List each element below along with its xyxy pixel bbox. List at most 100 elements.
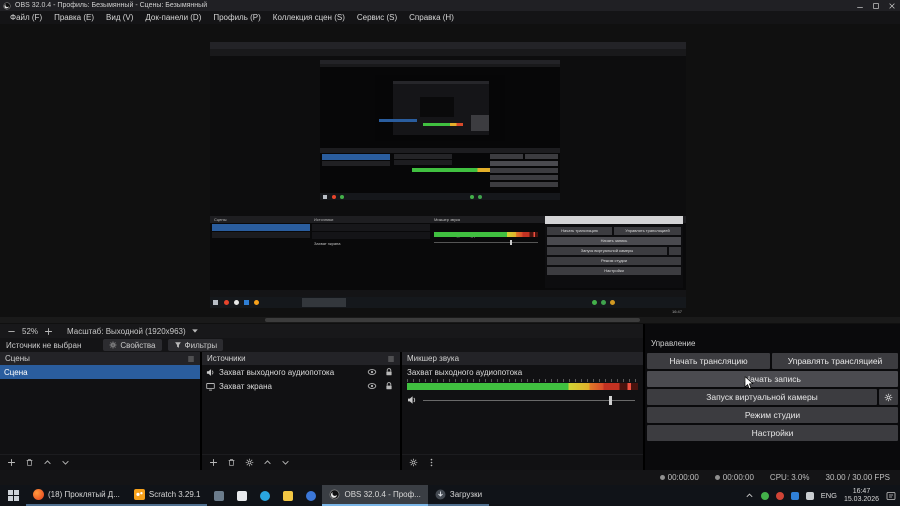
pinned-app-icon-5[interactable] xyxy=(299,485,322,506)
capture-block xyxy=(379,119,417,122)
nested-source-row-2: Захват экрана xyxy=(312,232,430,246)
capture-block xyxy=(490,161,558,166)
visibility-eye-icon[interactable] xyxy=(367,381,377,391)
tray-icon-red[interactable] xyxy=(775,491,784,500)
virtual-camera-config-button[interactable] xyxy=(879,389,898,405)
mixer-gear-icon[interactable] xyxy=(408,457,419,468)
remove-scene-button[interactable] xyxy=(24,457,35,468)
menu-scene-collection[interactable]: Коллекция сцен (S) xyxy=(267,11,351,24)
scene-down-button[interactable] xyxy=(60,457,71,468)
pinned-app-icon-4[interactable] xyxy=(276,485,299,506)
capture-block xyxy=(224,300,229,305)
nested-titlebar: OBS 32.0.4 - Профиль: Безымянный - Сцены… xyxy=(210,42,686,56)
taskbar-task-downloads[interactable]: Загрузки xyxy=(427,485,490,506)
capture-block xyxy=(470,195,474,199)
pinned-app-icon-3[interactable] xyxy=(253,485,276,506)
add-scene-button[interactable] xyxy=(6,457,17,468)
settings-button[interactable]: Настройки xyxy=(647,425,898,441)
add-source-button[interactable] xyxy=(208,457,219,468)
volume-slider-handle[interactable] xyxy=(609,396,612,405)
rec-time: 00:00:00 xyxy=(667,473,699,482)
taskbar-clock[interactable]: 16:47 15.03.2026 xyxy=(844,488,879,504)
menu-help[interactable]: Справка (H) xyxy=(403,11,460,24)
cpu-usage: CPU: 3.0% xyxy=(769,473,810,482)
studio-mode-button[interactable]: Режим студии xyxy=(647,407,898,423)
scene-label: Сцена xyxy=(4,367,28,377)
tray-icon-green[interactable] xyxy=(760,491,769,500)
audio-mixer-dock: Микшер звука Захват выходного аудиопоток… xyxy=(402,352,643,470)
source-down-button[interactable] xyxy=(280,457,291,468)
sources-dock: Источники Захват выходного аудиопотока З… xyxy=(202,352,400,470)
filters-label: Фильтры xyxy=(184,340,218,350)
menu-tools[interactable]: Сервис (S) xyxy=(351,11,403,24)
tray-icon-gray[interactable] xyxy=(805,491,814,500)
tray-icon-blue[interactable] xyxy=(790,491,799,500)
menu-docks[interactable]: Док-панели (D) xyxy=(139,11,207,24)
capture-block xyxy=(212,232,310,238)
nested-sources-title: Источники xyxy=(314,217,334,222)
lock-icon[interactable] xyxy=(384,367,394,377)
nested-taskbar: 16:47 xyxy=(210,297,686,314)
capture-block xyxy=(332,195,336,199)
source-list-item-audio[interactable]: Захват выходного аудиопотока xyxy=(202,365,400,379)
minimize-button[interactable] xyxy=(852,0,868,11)
capture-block xyxy=(213,300,218,305)
preview-scale-selector[interactable]: Масштаб: Выходной (1920x963) xyxy=(67,327,186,336)
maximize-button[interactable] xyxy=(868,0,884,11)
dock-menu-icon[interactable] xyxy=(387,355,395,363)
app-icon xyxy=(236,490,247,501)
mixer-kebab-icon[interactable] xyxy=(426,457,437,468)
close-button[interactable] xyxy=(884,0,900,11)
start-button[interactable] xyxy=(0,485,26,506)
tray-expand-chevron-icon[interactable] xyxy=(745,491,754,500)
mixer-dock-title: Микшер звука xyxy=(407,354,460,363)
preview-hscrollbar-handle[interactable] xyxy=(265,318,640,322)
rec-timer: 00:00:00 xyxy=(659,473,699,482)
zoom-in-button[interactable] xyxy=(43,326,54,337)
volume-slider-track[interactable] xyxy=(423,400,635,401)
app-icon xyxy=(259,490,270,501)
nested-studio-label: Режим студии xyxy=(601,258,627,264)
properties-button[interactable]: Свойства xyxy=(103,339,162,351)
lock-icon[interactable] xyxy=(384,381,394,391)
obs-logo-icon xyxy=(329,489,340,500)
mute-speaker-icon[interactable] xyxy=(407,395,417,405)
start-streaming-button[interactable]: Начать трансляцию xyxy=(647,353,770,369)
remove-source-button[interactable] xyxy=(226,457,237,468)
nested-settings-label: Настройки xyxy=(604,268,624,274)
source-properties-button[interactable] xyxy=(244,457,255,468)
source-up-button[interactable] xyxy=(262,457,273,468)
capture-block xyxy=(478,195,482,199)
start-recording-button[interactable]: Начать запись xyxy=(647,371,898,387)
capture-block xyxy=(434,242,538,243)
dock-menu-icon[interactable] xyxy=(187,355,195,363)
menu-view[interactable]: Вид (V) xyxy=(100,11,139,24)
pinned-app-icon-2[interactable] xyxy=(230,485,253,506)
menu-file[interactable]: Файл (F) xyxy=(4,11,48,24)
taskbar-task-browser[interactable]: (18) Проклятый Д... xyxy=(26,485,127,506)
nested-scenes-title: Сцены xyxy=(214,217,227,222)
language-indicator[interactable]: ENG xyxy=(821,491,837,500)
scene-list-item[interactable]: Сцена xyxy=(0,365,200,379)
visibility-eye-icon[interactable] xyxy=(367,367,377,377)
menu-edit[interactable]: Правка (E) xyxy=(48,11,100,24)
source-label: Захват экрана xyxy=(219,381,272,391)
capture-block xyxy=(423,123,463,126)
pinned-app-icon-1[interactable] xyxy=(207,485,230,506)
nested2-scene-row xyxy=(322,154,390,160)
taskbar-task-scratch[interactable]: Scratch 3.29.1 xyxy=(126,485,208,506)
capture-block xyxy=(244,300,249,305)
start-virtual-camera-button[interactable]: Запуск виртуальной камеры xyxy=(647,389,877,405)
properties-label: Свойства xyxy=(120,340,156,350)
scene-up-button[interactable] xyxy=(42,457,53,468)
notification-center-icon[interactable] xyxy=(886,491,896,501)
filters-button[interactable]: Фильтры xyxy=(167,339,224,351)
manage-broadcast-button[interactable]: Управлять трансляцией xyxy=(772,353,898,369)
menu-profile[interactable]: Профиль (P) xyxy=(207,11,266,24)
zoom-out-button[interactable] xyxy=(6,326,17,337)
screen-capture-source: OBS 32.0.4 - Профиль: Безымянный - Сцены… xyxy=(210,42,686,314)
volume-meter xyxy=(407,383,638,390)
source-list-item-display[interactable]: Захват экрана xyxy=(202,379,400,393)
taskbar-task-obs[interactable]: OBS 32.0.4 - Проф... xyxy=(322,485,428,506)
mixer-channel-name: Захват выходного аудиопотока xyxy=(407,368,523,377)
